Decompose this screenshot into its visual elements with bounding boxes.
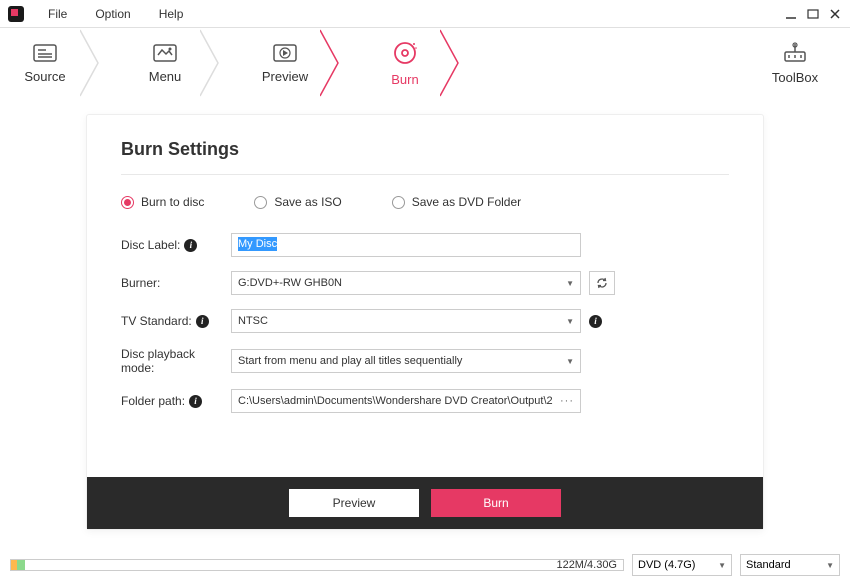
refresh-button[interactable]	[589, 271, 615, 295]
menu-file[interactable]: File	[34, 3, 81, 25]
chevron-down-icon: ▼	[718, 561, 726, 570]
status-bar: 122M/4.30G DVD (4.7G)▼ Standard▼	[10, 553, 840, 577]
menu-icon	[152, 43, 178, 63]
radio-save-iso[interactable]: Save as ISO	[254, 195, 341, 209]
tab-source[interactable]: Source	[0, 28, 90, 98]
burn-button[interactable]: Burn	[431, 489, 561, 517]
info-icon[interactable]: i	[189, 395, 202, 408]
radio-label: Burn to disc	[141, 195, 204, 209]
chevron-down-icon: ▼	[566, 279, 574, 288]
app-icon	[8, 6, 24, 22]
tab-toolbox-label: ToolBox	[772, 70, 818, 85]
tab-burn[interactable]: Burn	[360, 28, 450, 98]
burner-label: Burner:	[121, 276, 231, 290]
menu-option[interactable]: Option	[81, 3, 144, 25]
chevron-down-icon: ▼	[826, 561, 834, 570]
radio-label: Save as DVD Folder	[412, 195, 521, 209]
playback-mode-label: Disc playback mode:	[121, 347, 231, 375]
disc-label-label: Disc Label: i	[121, 238, 231, 252]
disc-label-input[interactable]: My Disc	[231, 233, 581, 257]
close-icon[interactable]	[828, 7, 842, 21]
capacity-bar: 122M/4.30G	[10, 559, 624, 571]
minimize-icon[interactable]	[784, 7, 798, 21]
radio-icon	[254, 196, 267, 209]
radio-burn-to-disc[interactable]: Burn to disc	[121, 195, 204, 209]
tab-toolbox[interactable]: ToolBox	[760, 42, 830, 85]
info-icon[interactable]: i	[196, 315, 209, 328]
chevron-down-icon: ▼	[566, 317, 574, 326]
folder-path-field[interactable]: C:\Users\admin\Documents\Wondershare DVD…	[231, 389, 581, 413]
folder-path-label: Folder path: i	[121, 394, 231, 408]
tab-menu[interactable]: Menu	[120, 28, 210, 98]
tab-burn-label: Burn	[391, 72, 418, 87]
burn-icon	[392, 40, 418, 66]
tab-menu-label: Menu	[149, 69, 182, 84]
radio-icon	[121, 196, 134, 209]
source-icon	[32, 43, 58, 63]
info-icon[interactable]: i	[589, 315, 602, 328]
refresh-icon	[595, 276, 609, 290]
capacity-fill-2	[17, 560, 25, 570]
quality-select[interactable]: Standard▼	[740, 554, 840, 576]
panel-title: Burn Settings	[121, 139, 729, 175]
toolbox-icon	[782, 42, 808, 64]
radio-save-dvd-folder[interactable]: Save as DVD Folder	[392, 195, 521, 209]
capacity-text: 122M/4.30G	[556, 559, 617, 571]
radio-label: Save as ISO	[274, 195, 341, 209]
titlebar: File Option Help	[0, 0, 850, 28]
tab-preview-label: Preview	[262, 69, 308, 84]
menu-help[interactable]: Help	[145, 3, 198, 25]
disc-type-select[interactable]: DVD (4.7G)▼	[632, 554, 732, 576]
tv-standard-label: TV Standard: i	[121, 314, 231, 328]
burner-select[interactable]: G:DVD+-RW GHB0N▼	[231, 271, 581, 295]
preview-icon	[272, 43, 298, 63]
radio-icon	[392, 196, 405, 209]
tv-standard-select[interactable]: NTSC▼	[231, 309, 581, 333]
panel-footer: Preview Burn	[87, 477, 763, 529]
output-type-radio-group: Burn to disc Save as ISO Save as DVD Fol…	[121, 195, 729, 209]
tab-source-label: Source	[24, 69, 65, 84]
playback-mode-select[interactable]: Start from menu and play all titles sequ…	[231, 349, 581, 373]
chevron-down-icon: ▼	[566, 357, 574, 366]
window-controls	[784, 7, 842, 21]
burn-settings-panel: Burn Settings Burn to disc Save as ISO S…	[86, 114, 764, 530]
browse-button[interactable]: ···	[560, 395, 574, 407]
preview-button[interactable]: Preview	[289, 489, 419, 517]
tab-bar: Source Menu Preview Burn ToolBox	[0, 28, 850, 98]
maximize-icon[interactable]	[806, 7, 820, 21]
info-icon[interactable]: i	[184, 239, 197, 252]
tab-preview[interactable]: Preview	[240, 28, 330, 98]
